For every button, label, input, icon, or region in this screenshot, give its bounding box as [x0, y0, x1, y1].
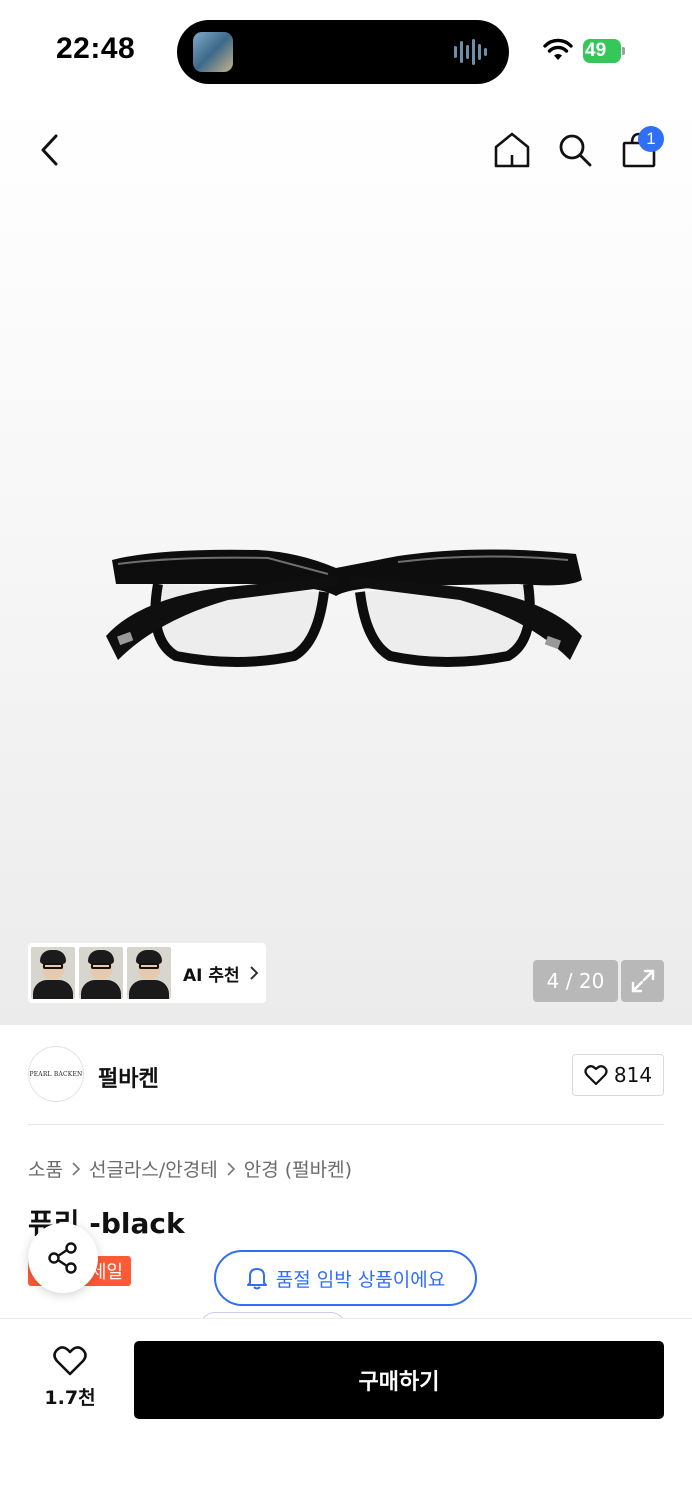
status-bar: 22:48 49: [0, 0, 692, 100]
share-icon: [48, 1242, 77, 1274]
product-image-glasses: [106, 549, 582, 667]
battery-level: 49: [585, 40, 607, 61]
share-button[interactable]: [28, 1223, 98, 1293]
heart-icon: [53, 1346, 87, 1376]
ai-model-thumbnail: [31, 947, 75, 999]
search-button[interactable]: [553, 128, 597, 172]
back-button[interactable]: [28, 128, 72, 172]
breadcrumb-item[interactable]: 선글라스/안경테: [89, 1155, 218, 1182]
ai-model-thumbnail: [79, 947, 123, 999]
now-playing-artwork: [193, 32, 233, 72]
brand-row[interactable]: PEARL BACKEN 펄바켄 814: [28, 1046, 664, 1104]
brand-logo: PEARL BACKEN: [28, 1046, 84, 1102]
image-pager: 4 / 20: [533, 960, 618, 1002]
ai-recommendation-button[interactable]: AI 추천: [28, 943, 266, 1003]
battery-indicator: 49: [583, 39, 625, 63]
cart-count-badge: 1: [638, 126, 664, 152]
wishlist-count: 1.7천: [44, 1387, 96, 1409]
ai-recommendation-label: AI 추천: [183, 965, 240, 986]
brand-like-count: 814: [613, 1063, 653, 1087]
heart-icon: [584, 1065, 608, 1086]
expand-icon: [631, 969, 654, 993]
product-page: 22:48 49 1 AI 추천 4 / 20 PEARL BACKEN 펄바켄…: [0, 0, 692, 1500]
expand-image-button[interactable]: [621, 960, 664, 1002]
chevron-right-icon: [72, 1161, 81, 1176]
soldout-notice-pill[interactable]: 품절 임박 상품이에요: [214, 1250, 477, 1306]
bottom-action-bar: 1.7천 구매하기: [0, 1318, 692, 1500]
chevron-right-icon: [249, 966, 259, 980]
breadcrumb-item[interactable]: 안경 (펄바켄): [244, 1155, 352, 1182]
search-icon: [559, 134, 592, 167]
breadcrumb: 소품 선글라스/안경테 안경 (펄바켄): [28, 1155, 352, 1182]
ai-model-thumbnail: [127, 947, 171, 999]
buy-button[interactable]: 구매하기: [134, 1341, 664, 1419]
breadcrumb-item[interactable]: 소품: [28, 1155, 63, 1182]
top-navigation: [0, 100, 692, 200]
divider: [28, 1124, 664, 1125]
bell-icon: [246, 1268, 267, 1290]
brand-like-button[interactable]: 814: [572, 1054, 664, 1096]
chevron-right-icon: [227, 1161, 235, 1176]
back-arrow-icon: [41, 134, 58, 166]
home-icon: [494, 132, 530, 168]
wifi-icon: [543, 38, 573, 60]
status-time: 22:48: [56, 32, 136, 65]
brand-name[interactable]: 펄바켄: [98, 1061, 159, 1093]
audio-wave-icon: [454, 39, 487, 65]
home-button[interactable]: [490, 128, 534, 172]
wishlist-button[interactable]: 1.7천: [28, 1345, 112, 1417]
dynamic-island[interactable]: [177, 20, 509, 84]
soldout-notice-text: 품절 임박 상품이에요: [275, 1268, 446, 1291]
